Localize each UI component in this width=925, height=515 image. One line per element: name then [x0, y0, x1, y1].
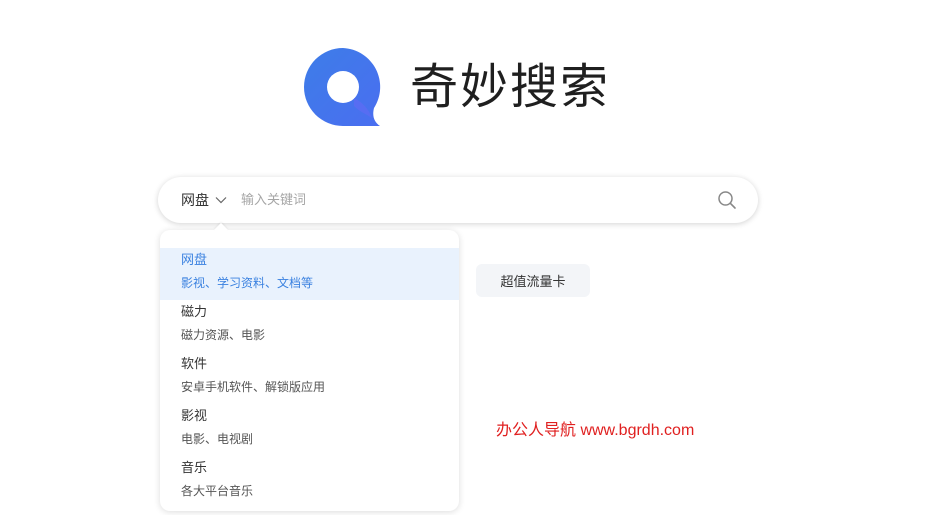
search-icon [718, 191, 736, 209]
dropdown-item-title: 影视 [181, 409, 208, 424]
promo-button[interactable]: 超值流量卡 [476, 264, 590, 297]
logo: 奇妙搜索 [302, 46, 610, 128]
category-select[interactable]: 网盘 [158, 177, 227, 223]
dropdown-item-desc: 磁力资源、电影 [181, 328, 266, 342]
dropdown-item-desc: 各大平台音乐 [181, 484, 254, 498]
watermark-text: 办公人导航 www.bgrdh.com [496, 422, 695, 439]
search-button[interactable] [716, 189, 738, 211]
chevron-down-icon [215, 197, 227, 204]
page: 奇妙搜索 网盘 网盘 影视、学习资料、文档等 磁力 磁力资源、电影 软件 [0, 0, 925, 515]
dropdown-item-ruanjian[interactable]: 软件 安卓手机软件、解锁版应用 [160, 352, 459, 404]
dropdown-item-title: 软件 [181, 357, 208, 372]
search-bar: 网盘 [158, 177, 758, 223]
category-label: 网盘 [181, 193, 209, 209]
dropdown-item-desc: 影视、学习资料、文档等 [181, 276, 314, 290]
dropdown-item-yinyue[interactable]: 音乐 各大平台音乐 [160, 456, 459, 508]
dropdown-item-title: 网盘 [181, 253, 208, 268]
dropdown-item-desc: 电影、电视剧 [181, 432, 254, 446]
dropdown-item-title: 音乐 [181, 461, 208, 476]
dropdown-item-yingshi[interactable]: 影视 电影、电视剧 [160, 404, 459, 456]
dropdown-item-title: 磁力 [181, 305, 208, 320]
dropdown-item-cili[interactable]: 磁力 磁力资源、电影 [160, 300, 459, 352]
category-dropdown: 网盘 影视、学习资料、文档等 磁力 磁力资源、电影 软件 安卓手机软件、解锁版应… [160, 230, 459, 511]
dropdown-item-wangpan[interactable]: 网盘 影视、学习资料、文档等 [160, 248, 459, 300]
dropdown-item-desc: 安卓手机软件、解锁版应用 [181, 380, 326, 394]
brand-title: 奇妙搜索 [410, 59, 611, 115]
q-logo-icon [304, 48, 381, 126]
search-input[interactable] [241, 177, 716, 223]
